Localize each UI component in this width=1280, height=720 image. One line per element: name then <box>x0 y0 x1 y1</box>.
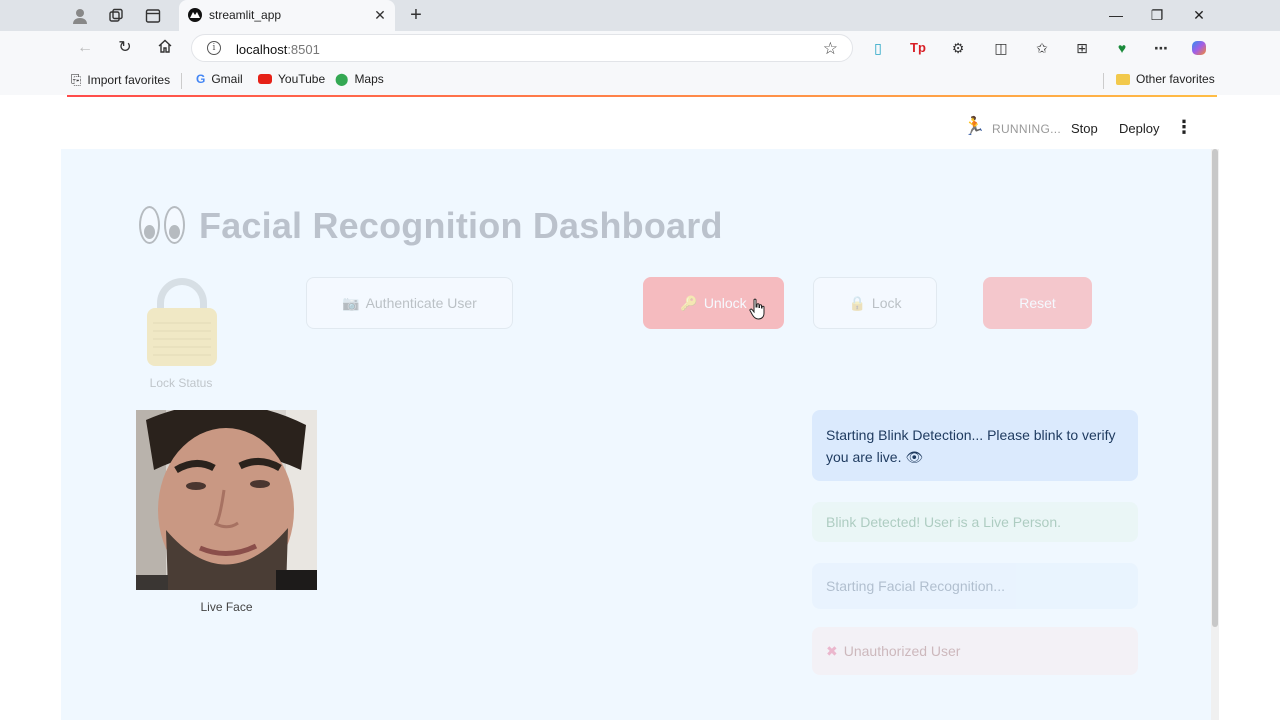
bookmark-separator <box>1103 73 1104 89</box>
google-icon: G <box>196 72 206 86</box>
favorite-star-icon[interactable]: ☆ <box>823 39 838 59</box>
refresh-icon[interactable]: ↻ <box>115 38 135 58</box>
alert-facial-recognition-start: Starting Facial Recognition... <box>812 563 1138 609</box>
running-status: RUNNING... <box>992 122 1061 136</box>
tab-close-icon[interactable]: ✕ <box>371 6 389 24</box>
alert-blink-detected: Blink Detected! User is a Live Person. <box>812 502 1138 542</box>
lock-status-image <box>147 278 217 366</box>
page-scrollbar[interactable] <box>1211 149 1219 720</box>
restore-icon[interactable]: ❐ <box>1146 5 1168 25</box>
browser-window: streamlit_app ✕ + — ❐ ✕ ← ↻ i localhost:… <box>0 0 1280 720</box>
close-window-icon[interactable]: ✕ <box>1188 5 1210 25</box>
page-title: Facial Recognition Dashboard <box>199 205 723 246</box>
bookmark-gmail[interactable]: G Gmail <box>196 72 243 86</box>
split-screen-icon[interactable]: ◫ <box>992 39 1010 57</box>
hand-cursor-icon <box>749 298 765 320</box>
favorites-icon[interactable]: ✩ <box>1033 39 1051 57</box>
extension-tp-icon[interactable]: Tp <box>909 39 927 57</box>
lock-icon: 🔒 <box>848 294 866 311</box>
deploy-button[interactable]: Deploy <box>1119 121 1159 136</box>
minimize-icon[interactable]: — <box>1105 5 1127 25</box>
browser-essentials-icon[interactable]: ♥ <box>1113 39 1131 57</box>
copilot-icon[interactable] <box>1190 39 1208 57</box>
eyes-icon <box>139 206 187 246</box>
streamlit-header: 🏃 RUNNING... Stop Deploy ⋮ <box>61 97 1219 149</box>
running-man-icon: 🏃 <box>963 116 986 136</box>
cross-mark-icon: ✖ <box>826 643 838 659</box>
youtube-icon <box>258 74 272 84</box>
bookmarks-bar: ⎘ Import favorites G Gmail YouTube ⬤ Map… <box>0 65 1280 95</box>
page-title-row: Facial Recognition Dashboard <box>139 203 723 249</box>
lock-button[interactable]: 🔒 Lock <box>813 277 937 329</box>
lock-status-caption: Lock Status <box>149 376 213 390</box>
lock-body <box>147 308 217 366</box>
extension-cup-icon[interactable]: ▯ <box>869 39 887 57</box>
workspaces-icon[interactable] <box>106 6 126 26</box>
tab-streamlit-app[interactable]: streamlit_app ✕ <box>179 0 395 31</box>
main-menu-icon[interactable]: ⋮ <box>1175 117 1193 137</box>
address-bar[interactable]: i localhost:8501 ☆ <box>191 34 853 62</box>
folder-icon <box>1116 73 1130 85</box>
import-icon: ⎘ <box>71 72 82 87</box>
reset-button[interactable]: Reset <box>983 277 1092 329</box>
scrollbar-thumb[interactable] <box>1212 149 1218 627</box>
authenticate-user-button[interactable]: 📷 Authenticate User <box>306 277 513 329</box>
alert-blink-detection-start: Starting Blink Detection... Please blink… <box>812 410 1138 481</box>
live-face-image <box>136 410 317 590</box>
address-text: localhost:8501 <box>236 42 320 57</box>
streamlit-page: 🏃 RUNNING... Stop Deploy ⋮ Facial Recogn… <box>61 97 1219 720</box>
home-icon[interactable] <box>155 38 175 58</box>
bookmark-other-favorites[interactable]: Other favorites <box>1116 72 1215 86</box>
new-tab-icon[interactable]: + <box>405 5 427 27</box>
bookmark-separator <box>181 73 182 89</box>
browser-toolbar: ← ↻ i localhost:8501 ☆ ▯ Tp ⚙ ◫ ✩ ⊞ ♥ ⋯ <box>0 31 1280 65</box>
camera-icon: 📷 <box>342 294 360 311</box>
tab-actions-icon[interactable] <box>143 6 163 26</box>
maps-pin-icon: ⬤ <box>335 72 349 86</box>
stop-button[interactable]: Stop <box>1071 121 1098 136</box>
tab-strip: streamlit_app ✕ + — ❐ ✕ <box>0 0 1280 31</box>
extensions-icon[interactable]: ⚙ <box>949 39 967 57</box>
bookmark-import-favorites[interactable]: ⎘ Import favorites <box>71 72 170 88</box>
collections-icon[interactable]: ⊞ <box>1073 39 1091 57</box>
profile-icon[interactable] <box>70 6 90 26</box>
alert-unauthorized-user: ✖ Unauthorized User <box>812 627 1138 675</box>
bookmark-youtube[interactable]: YouTube <box>258 72 325 86</box>
site-info-icon[interactable]: i <box>207 41 221 55</box>
live-face-caption: Live Face <box>200 600 253 614</box>
back-icon[interactable]: ← <box>75 38 95 58</box>
tab-title: streamlit_app <box>209 8 282 22</box>
streamlit-favicon-icon <box>188 8 202 22</box>
more-menu-icon[interactable]: ⋯ <box>1152 39 1170 57</box>
key-icon: 🔑 <box>680 294 698 311</box>
bookmark-maps[interactable]: ⬤ Maps <box>335 72 384 86</box>
